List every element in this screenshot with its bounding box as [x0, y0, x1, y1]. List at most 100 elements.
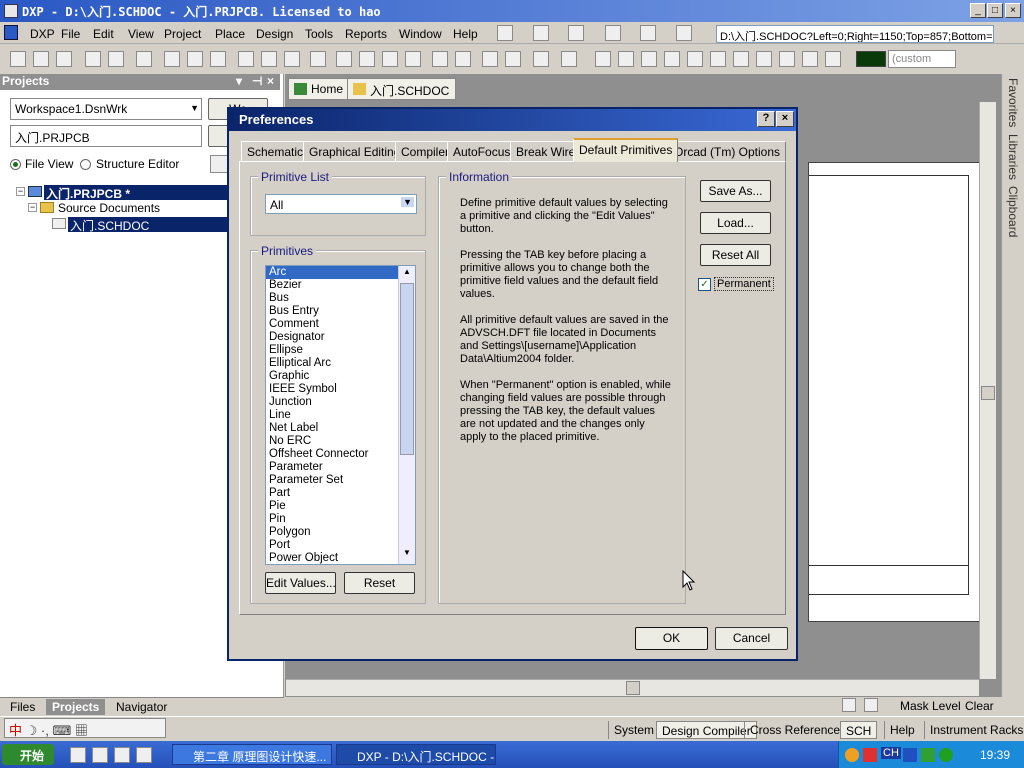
tab-schematic[interactable]: Schematic [241, 141, 310, 161]
tree-project[interactable]: 入门.PRJPCB * [44, 185, 228, 201]
status-cross-references[interactable]: Cross References [744, 721, 851, 739]
status-system[interactable]: System [608, 721, 659, 739]
primitive-item[interactable]: Polygon [266, 526, 399, 539]
primitive-item[interactable]: Pin [266, 513, 399, 526]
primitive-item[interactable]: Elliptical Arc [266, 357, 399, 370]
pencil-icon[interactable] [842, 698, 856, 712]
structure-editor-radio[interactable] [80, 159, 91, 170]
scroll-up-icon[interactable]: ▲ [400, 267, 414, 281]
document-path-field[interactable]: D:\入门.SCHDOC?Left=0;Right=1150;Top=857;B… [716, 25, 994, 43]
net-label-icon[interactable] [664, 51, 680, 67]
tab-projects[interactable]: Projects [46, 699, 106, 715]
cut-icon[interactable] [238, 51, 254, 67]
primitive-item[interactable]: Ellipse [266, 344, 399, 357]
move-icon[interactable] [359, 51, 375, 67]
menu-view[interactable]: View [128, 27, 154, 41]
cross-probe-icon[interactable] [505, 51, 521, 67]
undo-icon[interactable] [432, 51, 448, 67]
wiring-tool-icon[interactable] [497, 25, 513, 41]
tab-orcad-options[interactable]: Orcad (Tm) Options [668, 141, 787, 161]
new-file-icon[interactable] [10, 51, 26, 67]
clear-button[interactable]: Clear [965, 699, 994, 713]
ime-bar[interactable]: 中 ☽ ·, ⌨ ▦ [4, 718, 166, 738]
refresh-icon[interactable] [210, 155, 228, 173]
browse-library-icon[interactable] [533, 51, 549, 67]
tray-icon-2[interactable] [863, 748, 877, 762]
port-icon[interactable] [802, 51, 818, 67]
hierarchy-icon[interactable] [482, 51, 498, 67]
wire-icon[interactable] [595, 51, 611, 67]
primitive-item[interactable]: Offsheet Connector [266, 448, 399, 461]
port-tool-icon[interactable] [605, 25, 621, 41]
primitive-item[interactable]: Parameter Set [266, 474, 399, 487]
no-erc-icon[interactable] [825, 51, 841, 67]
print-icon[interactable] [85, 51, 101, 67]
select-area-icon[interactable] [336, 51, 352, 67]
filter-icon[interactable] [864, 698, 878, 712]
reset-button[interactable]: Reset [344, 572, 415, 594]
tab-files[interactable]: Files [4, 699, 41, 715]
zoom-icon[interactable] [164, 51, 180, 67]
primitive-item[interactable]: No ERC [266, 435, 399, 448]
ground-tool-icon[interactable] [568, 25, 584, 41]
tab-libraries[interactable]: Libraries [1006, 134, 1020, 180]
shape-tool-icon[interactable] [640, 25, 656, 41]
tab-favorites[interactable]: Favorites [1006, 78, 1020, 127]
primitive-item[interactable]: Comment [266, 318, 399, 331]
quicklaunch-ie-icon[interactable] [70, 747, 86, 763]
scroll-down-icon[interactable]: ▼ [400, 548, 414, 562]
deselect-icon[interactable] [405, 51, 421, 67]
menu-window[interactable]: Window [399, 27, 442, 41]
select-inside-icon[interactable] [382, 51, 398, 67]
status-design-compiler[interactable]: Design Compiler [656, 721, 757, 739]
gnd-port-icon[interactable] [687, 51, 703, 67]
menu-place[interactable]: Place [215, 27, 245, 41]
menu-file[interactable]: File [61, 27, 80, 41]
collapse-icon[interactable]: − [28, 203, 37, 212]
ok-button[interactable]: OK [635, 627, 708, 650]
tray-icon-3[interactable] [903, 748, 917, 762]
primitive-item[interactable]: Graphic [266, 370, 399, 383]
tree-source-documents[interactable]: Source Documents [56, 201, 162, 216]
part-icon[interactable] [733, 51, 749, 67]
vertical-scrollbar[interactable] [979, 102, 996, 679]
tab-compiler[interactable]: Compiler [395, 141, 456, 161]
tab-schdoc[interactable]: 入门.SCHDOC [347, 78, 457, 100]
menu-tools[interactable]: Tools [305, 27, 333, 41]
vscroll-thumb[interactable] [981, 386, 995, 400]
cancel-button[interactable]: Cancel [715, 627, 788, 650]
file-view-radio[interactable] [10, 159, 21, 170]
primitive-item[interactable]: Parameter [266, 461, 399, 474]
primitive-item[interactable]: Bus Entry [266, 305, 399, 318]
menu-help[interactable]: Help [453, 27, 478, 41]
save-as-button[interactable]: Save As... [700, 180, 771, 202]
status-instrument-racks[interactable]: Instrument Racks [924, 721, 1024, 739]
tray-icon-4[interactable] [921, 748, 935, 762]
status-help[interactable]: Help [884, 721, 920, 739]
tray-icon-1[interactable] [845, 748, 859, 762]
primitive-item[interactable]: Part [266, 487, 399, 500]
primitive-item[interactable]: IEEE Symbol [266, 383, 399, 396]
primitive-item[interactable]: Port [266, 539, 399, 552]
primitives-scrollbar[interactable]: ▲ ▼ [398, 266, 415, 564]
primitive-item[interactable]: Bus [266, 292, 399, 305]
load-button[interactable]: Load... [700, 212, 771, 234]
primitive-item[interactable]: Arc [266, 266, 399, 279]
panel-close-icon[interactable]: × [267, 74, 274, 88]
primitive-item[interactable]: Junction [266, 396, 399, 409]
dialog-close-icon[interactable]: × [776, 111, 794, 127]
grid-tool-icon[interactable] [676, 25, 692, 41]
primitive-item[interactable]: Net Label [266, 422, 399, 435]
edit-values-button[interactable]: Edit Values... [265, 572, 336, 594]
open-file-icon[interactable] [33, 51, 49, 67]
layers-icon[interactable] [136, 51, 152, 67]
tab-break-wire[interactable]: Break Wire [510, 141, 582, 161]
save-icon[interactable] [56, 51, 72, 67]
primitive-item[interactable]: Pie [266, 500, 399, 513]
scroll-thumb[interactable] [400, 283, 414, 455]
menu-project[interactable]: Project [164, 27, 201, 41]
tab-autofocus[interactable]: AutoFocus [447, 141, 517, 161]
panel-menu-icon[interactable]: ▾ [236, 74, 242, 88]
bus-entry-icon[interactable] [641, 51, 657, 67]
menu-dxp[interactable]: DXP [30, 27, 55, 41]
